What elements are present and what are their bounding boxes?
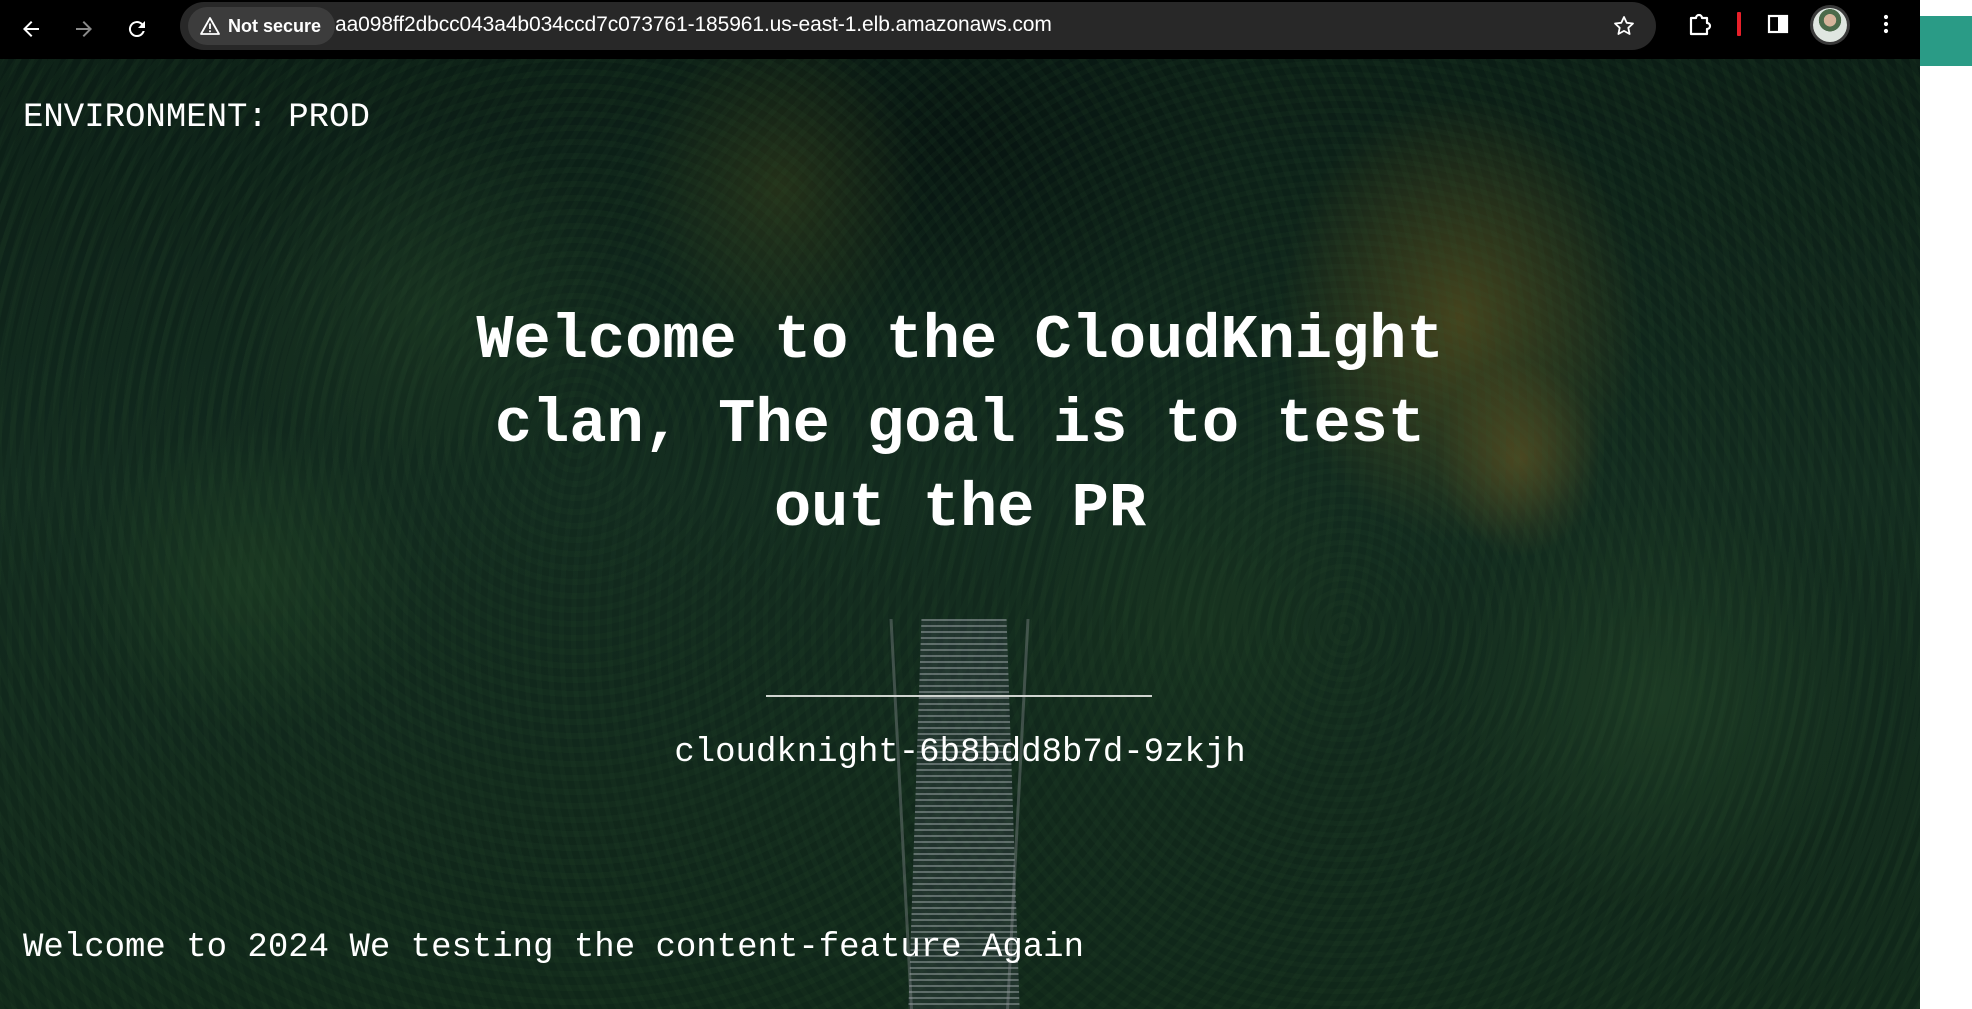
side-panel-icon xyxy=(1767,14,1789,34)
divider xyxy=(766,695,1152,697)
footer-message: Welcome to 2024 We testing the content-f… xyxy=(23,929,1084,967)
profile-avatar[interactable] xyxy=(1813,8,1847,42)
extensions-button[interactable] xyxy=(1681,6,1717,42)
url-text[interactable]: aa098ff2dbcc043a4b034ccd7c073761-185961.… xyxy=(335,13,1052,37)
security-label: Not secure xyxy=(228,15,322,36)
environment-label: ENVIRONMENT: PROD xyxy=(23,99,370,137)
forward-arrow-icon xyxy=(76,21,92,37)
address-bar[interactable]: Not secure aa098ff2dbcc043a4b034ccd7c073… xyxy=(180,2,1656,50)
forward-button[interactable] xyxy=(65,10,103,48)
menu-button[interactable] xyxy=(1868,6,1904,42)
back-arrow-icon xyxy=(23,21,39,37)
reload-button[interactable] xyxy=(118,10,156,48)
adjacent-window-edge xyxy=(1920,16,1972,66)
bookmark-button[interactable] xyxy=(1606,8,1642,44)
star-icon xyxy=(1614,16,1634,35)
warning-icon xyxy=(200,17,220,35)
more-vert-icon xyxy=(1883,14,1889,34)
page-content: ENVIRONMENT: PROD Welcome to the CloudKn… xyxy=(0,59,1920,1009)
welcome-headline: Welcome to the CloudKnight clan, The goa… xyxy=(476,305,1444,544)
extension-indicator xyxy=(1737,12,1741,36)
pod-name: cloudknight-6b8bdd8b7d-9zkjh xyxy=(674,734,1246,772)
side-panel-button[interactable] xyxy=(1760,6,1796,42)
reload-icon xyxy=(128,21,145,38)
extensions-icon xyxy=(1689,13,1712,36)
browser-toolbar: Not secure aa098ff2dbcc043a4b034ccd7c073… xyxy=(0,0,1920,59)
security-chip[interactable]: Not secure xyxy=(188,7,336,45)
back-button[interactable] xyxy=(12,10,50,48)
